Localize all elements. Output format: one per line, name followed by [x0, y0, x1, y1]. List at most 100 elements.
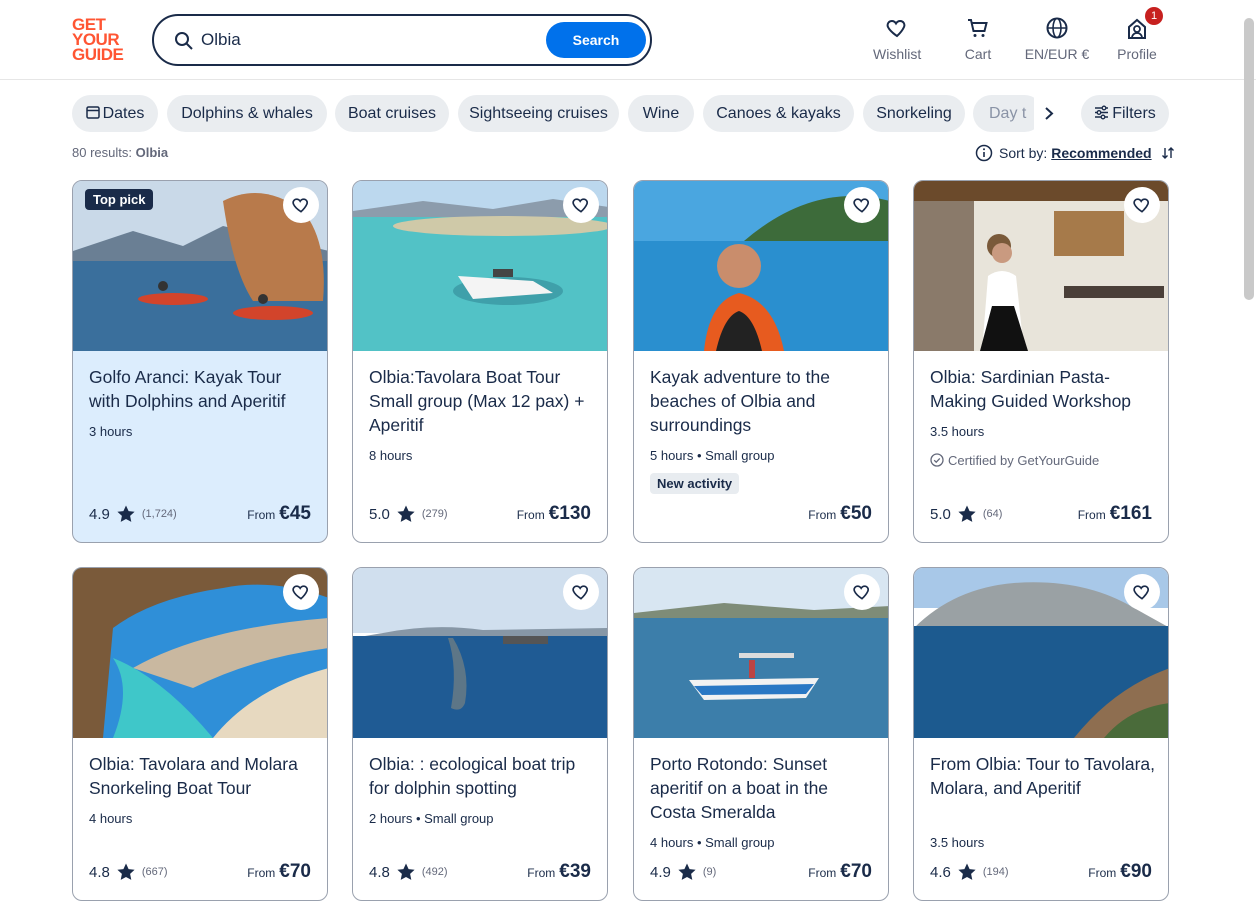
- sort-value[interactable]: Recommended: [1051, 145, 1151, 161]
- new-activity-badge: New activity: [650, 473, 740, 494]
- sort-control[interactable]: Sort by: Recommended: [975, 144, 1176, 162]
- activity-price: From €90: [1088, 861, 1152, 882]
- activity-card[interactable]: Olbia: Sardinian Pasta-Making Guided Wor…: [913, 180, 1169, 543]
- activity-image: [914, 568, 1168, 738]
- chip-canoes-kayaks[interactable]: Canoes & kayaks: [703, 95, 854, 132]
- activity-title[interactable]: Olbia: : ecological boat trip for dolphi…: [369, 752, 595, 800]
- heart-icon: [292, 198, 308, 213]
- activity-duration: 5 hours • Small group: [650, 448, 775, 463]
- activity-card[interactable]: Olbia:Tavolara Boat Tour Small group (Ma…: [352, 180, 608, 543]
- cart-button[interactable]: Cart: [962, 16, 994, 62]
- activity-duration: 8 hours: [369, 448, 413, 463]
- search-icon: [175, 32, 193, 50]
- activity-title[interactable]: Kayak adventure to the beaches of Olbia …: [650, 365, 876, 437]
- language-currency-button[interactable]: EN/EUR €: [1024, 16, 1090, 62]
- activity-card[interactable]: From Olbia: Tour to Tavolara, Molara, an…: [913, 567, 1169, 901]
- activity-price: From €70: [247, 861, 311, 882]
- chips-next-button[interactable]: [1034, 95, 1064, 132]
- activity-card[interactable]: Top pick Golfo Aranci: Kayak Tour with D…: [72, 180, 328, 543]
- heart-icon: [886, 19, 906, 38]
- activity-card[interactable]: Kayak adventure to the beaches of Olbia …: [633, 180, 889, 543]
- activity-image: [914, 181, 1168, 351]
- wishlist-heart-button[interactable]: [1124, 187, 1160, 223]
- chip-wine[interactable]: Wine: [628, 95, 694, 132]
- activity-duration: 3 hours: [89, 424, 133, 439]
- info-icon: [975, 144, 993, 162]
- category-chips: Dates Dolphins & whales Boat cruises Sig…: [72, 95, 1172, 133]
- activity-image: [73, 568, 327, 738]
- activity-image: [634, 181, 888, 351]
- star-icon: [117, 505, 135, 522]
- activity-price: From €39: [527, 861, 591, 882]
- search-button[interactable]: Search: [546, 22, 646, 58]
- notification-badge: 1: [1145, 7, 1163, 25]
- search-input[interactable]: Olbia: [201, 30, 241, 50]
- header: GET YOUR GUIDE Olbia Search Wishlist Car…: [0, 0, 1256, 80]
- wishlist-heart-button[interactable]: [563, 187, 599, 223]
- wishlist-heart-button[interactable]: [563, 574, 599, 610]
- activity-card[interactable]: Olbia: : ecological boat trip for dolphi…: [352, 567, 608, 901]
- heart-icon: [853, 198, 869, 213]
- cart-icon: [968, 19, 988, 37]
- activity-title[interactable]: Porto Rotondo: Sunset aperitif on a boat…: [650, 752, 876, 824]
- heart-icon: [853, 585, 869, 600]
- certified-label: Certified by GetYourGuide: [930, 453, 1099, 468]
- activity-rating: 4.9 (1,724): [89, 505, 177, 523]
- activity-rating: 4.9 (9): [650, 863, 717, 881]
- activity-title[interactable]: From Olbia: Tour to Tavolara, Molara, an…: [930, 752, 1156, 800]
- activity-price: From €161: [1077, 503, 1152, 524]
- chevron-right-icon: [1045, 107, 1054, 120]
- activity-image: [353, 568, 607, 738]
- results-count: 80 results: Olbia: [72, 145, 169, 160]
- wishlist-heart-button[interactable]: [844, 187, 880, 223]
- heart-icon: [1133, 198, 1149, 213]
- heart-icon: [1133, 585, 1149, 600]
- wishlist-button[interactable]: Wishlist: [873, 16, 921, 62]
- activity-title[interactable]: Olbia: Sardinian Pasta-Making Guided Wor…: [930, 365, 1156, 413]
- activity-rating: 5.0 (64): [930, 505, 1003, 523]
- page-scrollbar[interactable]: [1244, 18, 1254, 300]
- sliders-icon: [1095, 105, 1109, 120]
- wishlist-heart-button[interactable]: [844, 574, 880, 610]
- filters-button[interactable]: Filters: [1081, 95, 1169, 132]
- activity-image: Top pick: [73, 181, 327, 351]
- activity-duration: 3.5 hours: [930, 424, 985, 439]
- activity-price: From €45: [247, 503, 311, 524]
- logo[interactable]: GET YOUR GUIDE: [72, 16, 130, 63]
- activity-card[interactable]: Porto Rotondo: Sunset aperitif on a boat…: [633, 567, 889, 901]
- activity-image: [353, 181, 607, 351]
- chip-snorkeling[interactable]: Snorkeling: [863, 95, 965, 132]
- activity-duration: 4 hours • Small group: [650, 835, 775, 850]
- activity-rating: 4.6 (194): [930, 863, 1009, 881]
- wishlist-heart-button[interactable]: [283, 187, 319, 223]
- activity-rating: 4.8 (492): [369, 863, 448, 881]
- star-icon: [958, 863, 976, 880]
- heart-icon: [572, 585, 588, 600]
- chip-boat-cruises[interactable]: Boat cruises: [335, 95, 449, 132]
- top-pick-badge: Top pick: [85, 189, 154, 210]
- wishlist-heart-button[interactable]: [1124, 574, 1160, 610]
- activity-price: From €50: [808, 503, 872, 524]
- activity-duration: 2 hours • Small group: [369, 811, 494, 826]
- activity-image: [634, 568, 888, 738]
- activity-title[interactable]: Golfo Aranci: Kayak Tour with Dolphins a…: [89, 365, 315, 413]
- calendar-icon: [85, 106, 100, 119]
- chip-sightseeing-cruises[interactable]: Sightseeing cruises: [458, 95, 619, 132]
- star-icon: [397, 863, 415, 880]
- wishlist-heart-button[interactable]: [283, 574, 319, 610]
- activity-card[interactable]: Olbia: Tavolara and Molara Snorkeling Bo…: [72, 567, 328, 901]
- sort-arrows-icon: [1161, 147, 1174, 159]
- certified-check-icon: [930, 453, 944, 467]
- search-bar[interactable]: Olbia Search: [152, 14, 652, 66]
- activity-title[interactable]: Olbia: Tavolara and Molara Snorkeling Bo…: [89, 752, 315, 800]
- chip-dates[interactable]: Dates: [72, 95, 158, 132]
- activity-price: From €70: [808, 861, 872, 882]
- heart-icon: [292, 585, 308, 600]
- activity-rating: 4.8 (667): [89, 863, 168, 881]
- chip-dolphins-whales[interactable]: Dolphins & whales: [167, 95, 327, 132]
- globe-icon: [1046, 17, 1068, 39]
- heart-icon: [572, 198, 588, 213]
- chip-day-trips[interactable]: Day t: [973, 95, 1043, 132]
- activity-title[interactable]: Olbia:Tavolara Boat Tour Small group (Ma…: [369, 365, 595, 437]
- activity-price: From €130: [516, 503, 591, 524]
